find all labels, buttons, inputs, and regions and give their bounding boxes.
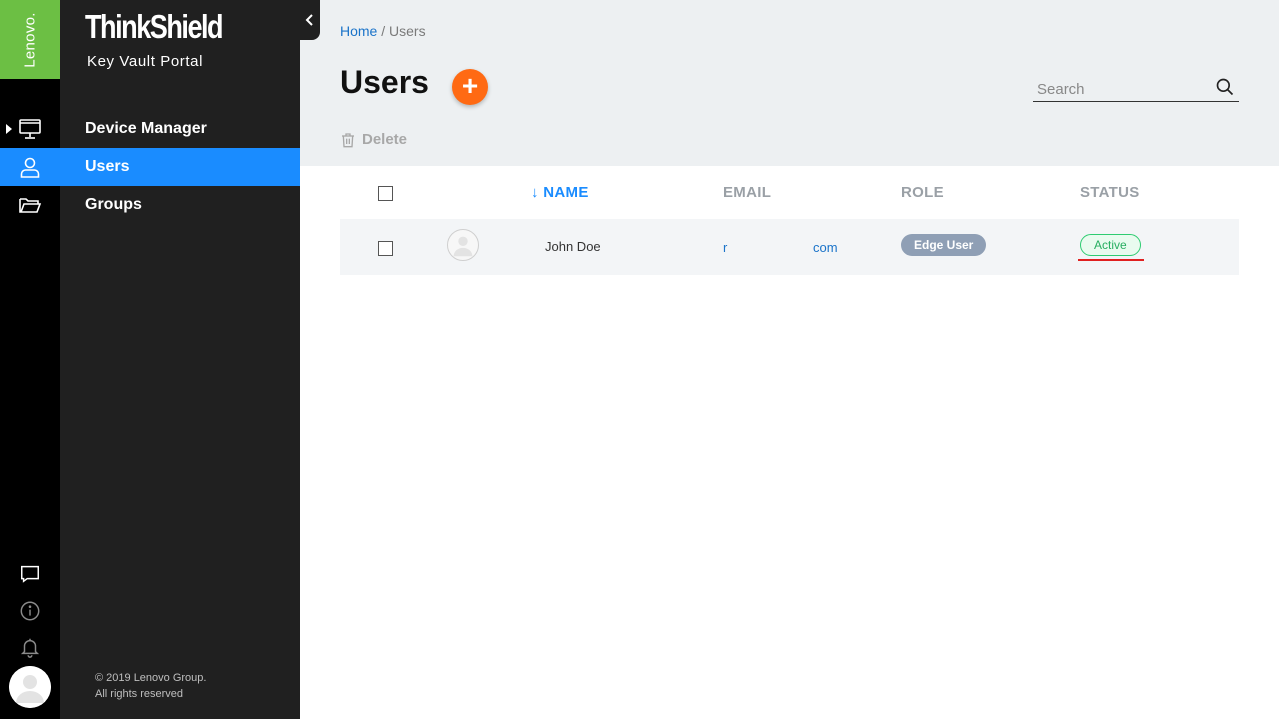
rail-item-users[interactable]	[0, 148, 60, 186]
lenovo-brand-tab: Lenovo.	[0, 0, 60, 79]
status-badge: Active	[1080, 234, 1141, 256]
page-header: Home / Users Users + Delete	[300, 0, 1279, 166]
sidebar: ThinkShield Key Vault Portal Device Mana…	[60, 0, 300, 719]
search-box	[1033, 74, 1239, 102]
user-email-start[interactable]: r	[723, 240, 727, 255]
page-title: Users	[340, 64, 429, 100]
column-label-name: NAME	[543, 184, 589, 201]
add-user-button[interactable]: +	[452, 69, 488, 105]
delete-label: Delete	[362, 131, 408, 148]
table-header: ↓ NAME EMAIL ROLE STATUS	[340, 176, 1239, 210]
chevron-left-icon	[305, 14, 313, 26]
bell-icon	[20, 638, 40, 658]
rail-item-device-manager[interactable]	[0, 110, 60, 148]
status-highlight-underline	[1078, 259, 1144, 261]
column-header-role[interactable]: ROLE	[901, 184, 944, 201]
table-row[interactable]: John Doe r com Edge User Active	[340, 219, 1239, 275]
chat-icon	[21, 565, 39, 583]
sidebar-item-groups[interactable]: Groups	[60, 186, 300, 224]
user-email-end[interactable]: com	[813, 240, 838, 255]
info-icon	[20, 601, 40, 621]
collapse-sidebar-button[interactable]	[300, 0, 320, 40]
user-avatar[interactable]	[447, 229, 479, 261]
column-header-status[interactable]: STATUS	[1080, 184, 1140, 201]
user-name: John Doe	[545, 239, 601, 254]
sidebar-item-users[interactable]: Users	[60, 148, 300, 186]
copyright-line: © 2019 Lenovo Group.	[95, 672, 207, 684]
lenovo-logo-text: Lenovo.	[21, 12, 39, 68]
select-all-checkbox[interactable]	[378, 186, 393, 201]
user-avatar-icon	[9, 666, 51, 708]
user-avatar-icon	[453, 236, 473, 257]
breadcrumb-home-link[interactable]: Home	[340, 23, 377, 39]
sidebar-item-label: Device Manager	[85, 120, 207, 137]
sidebar-item-label: Users	[85, 158, 130, 175]
thinkshield-logo: ThinkShield	[85, 8, 224, 45]
column-header-email[interactable]: EMAIL	[723, 184, 771, 201]
search-icon[interactable]	[1215, 77, 1235, 97]
column-header-name[interactable]: ↓ NAME	[531, 184, 589, 201]
rail-item-groups[interactable]	[0, 186, 60, 224]
row-checkbox[interactable]	[378, 241, 393, 256]
rail-chat-button[interactable]	[0, 559, 60, 589]
rail-info-button[interactable]	[0, 596, 60, 626]
breadcrumb-current: Users	[389, 23, 426, 39]
sort-arrow-down-icon: ↓	[531, 184, 539, 201]
role-badge: Edge User	[901, 234, 987, 256]
monitor-icon	[19, 119, 41, 139]
user-icon	[20, 157, 40, 178]
app-window: Lenovo. ThinkShield Key Vault Portal Dev…	[0, 0, 1279, 719]
plus-icon: +	[461, 70, 479, 101]
sidebar-item-device-manager[interactable]: Device Manager	[60, 110, 300, 148]
rail-notifications-button[interactable]	[0, 632, 60, 662]
breadcrumb: Home / Users	[340, 23, 426, 39]
delete-button[interactable]: Delete	[340, 131, 407, 148]
trash-icon	[342, 132, 354, 147]
portal-subtitle: Key Vault Portal	[87, 53, 204, 70]
caret-right-icon	[6, 124, 12, 134]
account-avatar[interactable]	[9, 666, 51, 708]
copyright-notice: © 2019 Lenovo Group. All rights reserved	[95, 670, 206, 702]
icon-rail: Lenovo.	[0, 0, 60, 719]
breadcrumb-separator: /	[377, 23, 390, 39]
rights-line: All rights reserved	[95, 688, 184, 700]
sidebar-item-label: Groups	[85, 196, 142, 213]
search-input[interactable]	[1037, 78, 1207, 100]
folder-icon	[19, 198, 42, 213]
